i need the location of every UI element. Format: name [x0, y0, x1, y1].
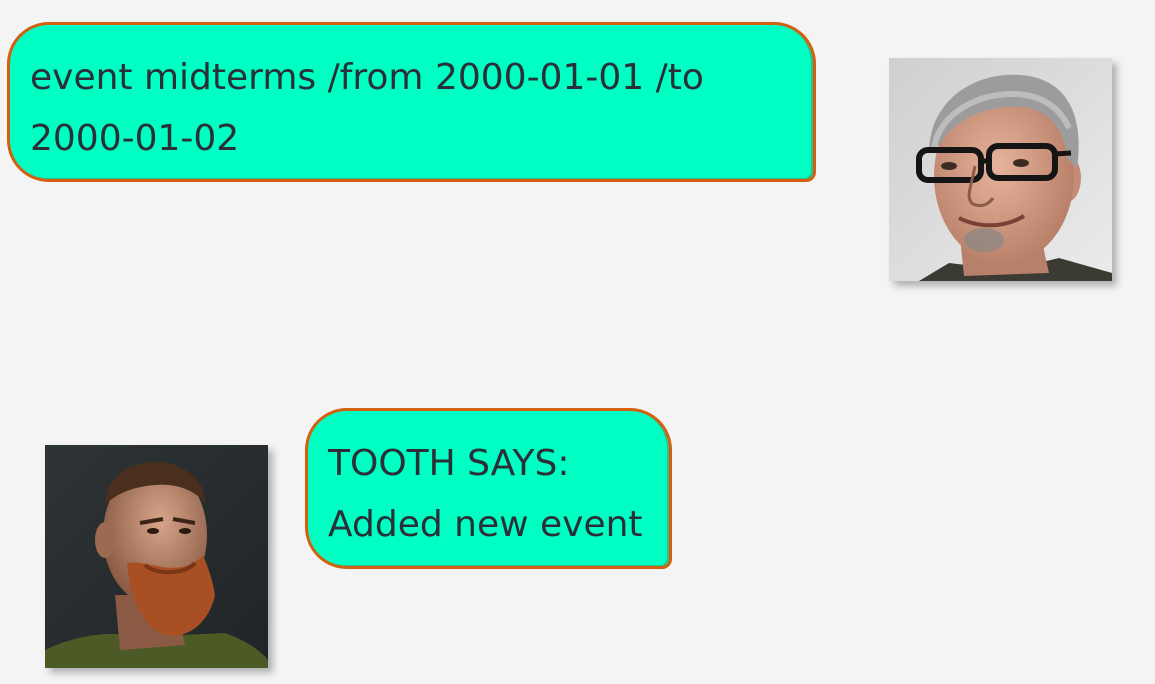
bot-avatar-icon: [45, 445, 268, 668]
user-avatar-icon: [889, 58, 1112, 281]
user-message-bubble: event midterms /from 2000-01-01 /to 2000…: [7, 22, 816, 182]
bot-message-line-2: Added new event: [328, 504, 643, 545]
bot-message-line-1: TOOTH SAYS:: [328, 443, 570, 484]
user-message-line-2: 2000-01-02: [30, 118, 240, 159]
bot-message-bubble: TOOTH SAYS: Added new event: [305, 408, 672, 569]
user-message-line-1: event midterms /from 2000-01-01 /to: [30, 57, 704, 98]
